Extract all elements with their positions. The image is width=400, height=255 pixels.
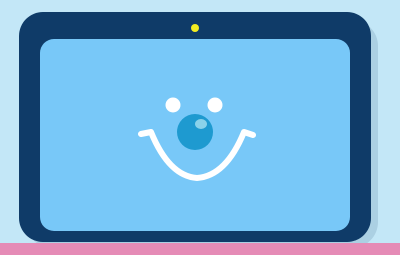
tablet-screen xyxy=(40,39,350,231)
camera-icon xyxy=(191,24,199,32)
right-eye xyxy=(207,97,223,113)
illustration-stage xyxy=(0,0,400,255)
smile-face-icon xyxy=(138,97,256,181)
nose xyxy=(177,114,213,150)
floor-stripe xyxy=(0,243,400,255)
nose-highlight xyxy=(195,119,207,129)
left-eye xyxy=(165,97,181,113)
